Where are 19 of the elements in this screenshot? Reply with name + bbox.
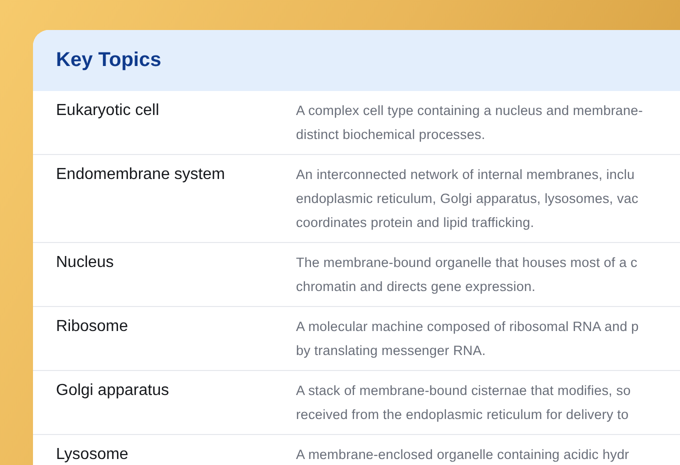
topic-description-line: distinct biochemical processes.: [296, 126, 486, 144]
topic-description-line: coordinates protein and lipid trafficking.: [296, 214, 536, 232]
topic-description-line: An interconnected network of internal membranes, inclu: [296, 166, 636, 184]
topic-description-line: The membrane-bound organelle that houses most of a c: [296, 254, 638, 272]
topic-description-line: chromatin and directs gene expression.: [296, 278, 536, 296]
topic-term: Lysosome: [56, 445, 130, 465]
topic-description-line: received from the endoplasmic reticulum for delivery to: [296, 406, 630, 424]
topic-term: Endomembrane system: [56, 165, 226, 185]
topic-term: Ribosome: [56, 317, 130, 337]
topic-description-line: A molecular machine composed of ribosomal RNA and p: [296, 318, 639, 336]
topic-description-line: A stack of membrane-bound cisternae that modifies, so: [296, 382, 631, 400]
topic-description-line: endoplasmic reticulum, Golgi apparatus, lysosomes, vac: [296, 190, 638, 208]
topic-description-line: A membrane-enclosed organelle containing acidic hydr: [296, 446, 630, 464]
topic-description-line: by translating messenger RNA.: [296, 342, 487, 360]
card-title: Key Topics: [56, 49, 162, 72]
topic-description-line: A complex cell type containing a nucleus and membrane-: [296, 102, 643, 120]
topic-term: Golgi apparatus: [56, 381, 170, 401]
topic-term: Eukaryotic cell: [56, 101, 160, 121]
topic-term: Nucleus: [56, 253, 115, 273]
